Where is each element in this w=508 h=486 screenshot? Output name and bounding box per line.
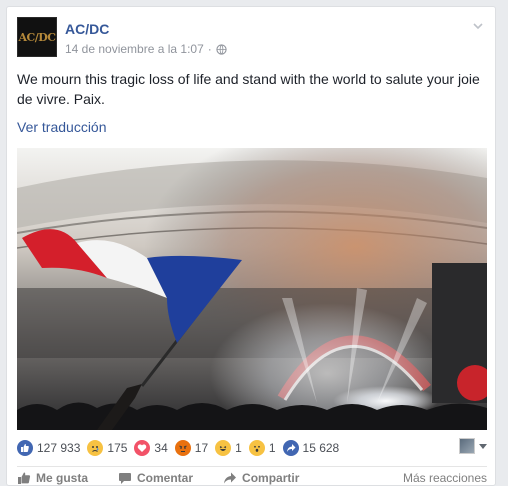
reaction-count-sad: 175	[107, 441, 128, 455]
more-reactions-label: Más reacciones	[402, 471, 487, 485]
like-button[interactable]: Me gusta	[17, 471, 88, 485]
chevron-down-icon[interactable]	[471, 19, 485, 33]
reaction-count-like: 127 933	[37, 441, 81, 455]
reaction-wow[interactable]: 1	[248, 440, 276, 456]
angry-icon	[174, 440, 191, 456]
concert-flag-image	[17, 148, 487, 430]
viewer-avatar	[459, 438, 475, 454]
share-button-label: Compartir	[242, 471, 300, 485]
like-button-label: Me gusta	[36, 471, 89, 485]
reaction-count-love: 34	[154, 441, 168, 455]
reaction-count-haha: 1	[235, 441, 242, 455]
comment-icon	[119, 473, 132, 484]
post-meta: 14 de noviembre a la 1:07 ·	[65, 42, 227, 56]
caret-down-icon	[479, 443, 487, 449]
reaction-haha[interactable]: 1	[215, 440, 242, 456]
post-message: We mourn this tragic loss of life and st…	[17, 71, 480, 107]
reaction-count-wow: 1	[268, 441, 276, 455]
post-timestamp[interactable]: 14 de noviembre a la 1:07	[65, 42, 204, 56]
comment-button[interactable]: Comentar	[118, 471, 193, 485]
avatar-logo-text: AC/DC	[18, 30, 56, 44]
share-count: 15 628	[302, 441, 340, 455]
post-photo[interactable]	[17, 148, 487, 430]
meta-separator: ·	[207, 42, 212, 56]
reaction-angry[interactable]: 17	[174, 440, 209, 456]
more-reactions-link[interactable]: Más reacciones	[403, 471, 487, 485]
reaction-shares[interactable]: 15 628	[282, 440, 340, 456]
reaction-sad[interactable]: 175	[87, 440, 127, 456]
share-arrow-icon	[224, 472, 237, 484]
reaction-like[interactable]: 127 933	[17, 440, 80, 456]
share-button[interactable]: Compartir	[223, 471, 299, 485]
comment-button-label: Comentar	[137, 471, 194, 485]
page-avatar[interactable]: AC/DC	[17, 17, 57, 57]
page-name-link[interactable]: AC/DC	[65, 21, 109, 37]
share-icon	[282, 440, 299, 456]
reaction-count-angry: 17	[194, 441, 209, 455]
post-as-selector[interactable]	[459, 438, 487, 454]
reaction-love[interactable]: 34	[134, 440, 168, 456]
love-icon	[134, 440, 151, 456]
see-translation-link[interactable]: Ver traducción	[17, 119, 107, 135]
post-card: AC/DC AC/DC 14 de noviembre a la 1:07 · …	[6, 6, 496, 486]
sad-icon	[87, 440, 104, 456]
thumbs-up-icon	[18, 472, 31, 484]
reaction-summary: 127 933 175 34 17 1 1 15 628	[17, 437, 487, 459]
globe-icon[interactable]	[216, 43, 227, 55]
post-actions: Me gusta Comentar Compartir Más reaccion…	[17, 471, 487, 485]
actions-divider	[17, 466, 487, 467]
like-icon	[17, 440, 33, 456]
wow-icon	[248, 440, 265, 456]
haha-icon	[215, 440, 232, 456]
post-header: AC/DC AC/DC 14 de noviembre a la 1:07 ·	[17, 17, 487, 59]
